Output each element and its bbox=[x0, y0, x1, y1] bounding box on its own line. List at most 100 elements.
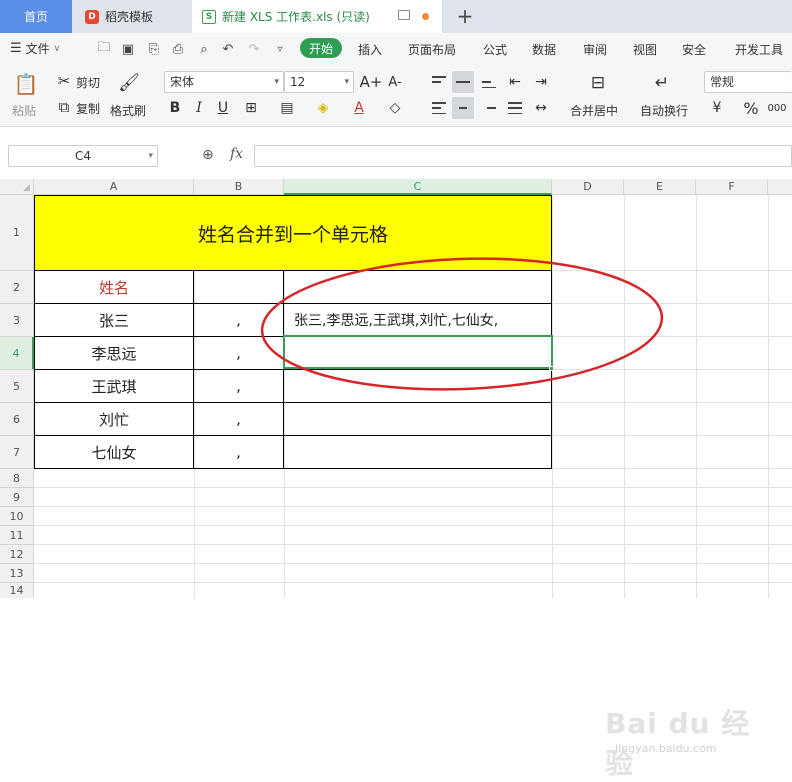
row-header-9[interactable]: 9 bbox=[0, 488, 34, 507]
clear-format-icon[interactable]: ◇ bbox=[384, 97, 406, 119]
menu-page-layout[interactable]: 页面布局 bbox=[408, 41, 456, 58]
name-box[interactable]: C4 ▾ bbox=[8, 145, 158, 167]
undo-icon[interactable]: ↶ bbox=[220, 41, 236, 57]
row-header-12[interactable]: 12 bbox=[0, 545, 34, 564]
column-header-e[interactable]: E bbox=[624, 179, 696, 195]
table-cell[interactable] bbox=[284, 403, 552, 436]
select-all-corner[interactable] bbox=[0, 179, 34, 195]
print-preview-icon[interactable]: ⌕ bbox=[196, 41, 212, 57]
underline-button[interactable]: U bbox=[212, 97, 234, 119]
copy-label[interactable]: 复制 bbox=[76, 100, 100, 117]
name-cell[interactable]: 王武琪 bbox=[34, 370, 194, 403]
number-format-dropdown[interactable]: 常规 bbox=[704, 71, 792, 93]
font-size-dropdown[interactable]: 12 ▾ bbox=[284, 71, 354, 93]
justify-icon[interactable] bbox=[504, 97, 526, 119]
fill-handle[interactable] bbox=[549, 366, 554, 371]
column-header-b[interactable]: B bbox=[194, 179, 284, 195]
tab-template[interactable]: D 稻壳模板 bbox=[73, 0, 191, 33]
font-name-dropdown[interactable]: 宋体 ▾ bbox=[164, 71, 284, 93]
row-header-10[interactable]: 10 bbox=[0, 507, 34, 526]
row-header-8[interactable]: 8 bbox=[0, 469, 34, 488]
menu-data[interactable]: 数据 bbox=[532, 41, 556, 58]
tab-home[interactable]: 首页 bbox=[0, 0, 72, 33]
menu-review[interactable]: 审阅 bbox=[583, 41, 607, 58]
row-header-13[interactable]: 13 bbox=[0, 564, 34, 583]
new-tab-button[interactable]: + bbox=[455, 4, 475, 28]
row-header-2[interactable]: 2 bbox=[0, 271, 34, 304]
menu-developer[interactable]: 开发工具 bbox=[735, 41, 783, 58]
wrap-text-icon[interactable]: ↵ bbox=[650, 71, 674, 95]
name-cell[interactable]: 李思远 bbox=[34, 337, 194, 370]
active-cell-selection[interactable] bbox=[283, 335, 553, 369]
column-header-g[interactable] bbox=[768, 179, 792, 195]
menu-security[interactable]: 安全 bbox=[682, 41, 706, 58]
increase-indent-icon[interactable]: ⇥ bbox=[530, 71, 552, 93]
merge-center-icon[interactable]: ⊟ bbox=[586, 71, 610, 95]
scissors-icon[interactable]: ✂ bbox=[56, 72, 72, 90]
export-icon[interactable]: ⎘ bbox=[146, 41, 162, 57]
menu-start[interactable]: 开始 bbox=[300, 38, 342, 58]
paste-label[interactable]: 粘贴 bbox=[12, 102, 36, 119]
redo-icon[interactable]: ↷ bbox=[246, 41, 262, 57]
align-middle-icon[interactable] bbox=[452, 71, 474, 93]
menu-insert[interactable]: 插入 bbox=[358, 41, 382, 58]
copy-icon[interactable]: ⧉ bbox=[56, 98, 72, 116]
bold-button[interactable]: B bbox=[164, 97, 186, 119]
font-color-icon[interactable]: A bbox=[348, 97, 370, 119]
currency-icon[interactable]: ¥ bbox=[706, 97, 728, 119]
open-folder-icon[interactable]: 🗀 bbox=[96, 40, 112, 57]
separator-cell[interactable]: , bbox=[194, 304, 284, 337]
align-top-icon[interactable] bbox=[428, 71, 450, 93]
row-header-1[interactable]: 1 bbox=[0, 195, 34, 271]
separator-cell[interactable]: , bbox=[194, 403, 284, 436]
row-header-3[interactable]: 3 bbox=[0, 304, 34, 337]
table-cell[interactable] bbox=[284, 436, 552, 469]
wrap-text-label[interactable]: 自动换行 bbox=[640, 102, 688, 119]
format-painter-label[interactable]: 格式刷 bbox=[110, 102, 146, 119]
thousands-icon[interactable]: 000 bbox=[766, 97, 788, 119]
column-header-c[interactable]: C bbox=[284, 179, 552, 195]
zoom-search-icon[interactable]: ⊕ bbox=[202, 147, 214, 163]
grow-font-button[interactable]: A+ bbox=[360, 71, 383, 93]
shrink-font-button[interactable]: A- bbox=[384, 71, 406, 93]
menu-formula[interactable]: 公式 bbox=[483, 41, 507, 58]
save-icon[interactable]: ▣ bbox=[120, 41, 136, 57]
menu-view[interactable]: 视图 bbox=[633, 41, 657, 58]
row-header-14[interactable]: 14 bbox=[0, 583, 34, 598]
align-right-icon[interactable] bbox=[478, 97, 500, 119]
align-left-icon[interactable] bbox=[428, 97, 450, 119]
name-cell[interactable]: 刘忙 bbox=[34, 403, 194, 436]
name-cell[interactable]: 七仙女 bbox=[34, 436, 194, 469]
paste-icon[interactable]: 📋 bbox=[14, 71, 39, 97]
align-center-icon[interactable] bbox=[452, 97, 474, 119]
cell-style-icon[interactable]: ▤ bbox=[276, 97, 298, 119]
merge-center-label[interactable]: 合并居中 bbox=[570, 102, 618, 119]
table-cell[interactable] bbox=[284, 271, 552, 304]
row-header-6[interactable]: 6 bbox=[0, 403, 34, 436]
print-icon[interactable]: ⎙ bbox=[170, 41, 186, 57]
header-name-cell[interactable]: 姓名 bbox=[34, 271, 194, 304]
column-header-f[interactable]: F bbox=[696, 179, 768, 195]
row-header-7[interactable]: 7 bbox=[0, 436, 34, 469]
separator-cell[interactable]: , bbox=[194, 337, 284, 370]
table-cell[interactable] bbox=[284, 370, 552, 403]
italic-button[interactable]: I bbox=[188, 97, 210, 119]
decrease-indent-icon[interactable]: ⇤ bbox=[504, 71, 526, 93]
merged-result-cell[interactable]: 张三,李思远,王武琪,刘忙,七仙女, bbox=[284, 304, 552, 337]
column-header-a[interactable]: A bbox=[34, 179, 194, 195]
title-cell[interactable]: 姓名合并到一个单元格 bbox=[34, 195, 552, 271]
row-header-11[interactable]: 11 bbox=[0, 526, 34, 545]
row-header-5[interactable]: 5 bbox=[0, 370, 34, 403]
formula-input[interactable] bbox=[254, 145, 792, 167]
separator-cell[interactable]: , bbox=[194, 370, 284, 403]
column-header-d[interactable]: D bbox=[552, 179, 624, 195]
fx-button[interactable]: fx bbox=[230, 146, 243, 162]
screen-icon[interactable] bbox=[398, 10, 410, 20]
separator-cell[interactable]: , bbox=[194, 436, 284, 469]
align-bottom-icon[interactable] bbox=[478, 71, 500, 93]
format-painter-icon[interactable]: 🖌 bbox=[118, 71, 140, 95]
fill-color-icon[interactable]: ◈ bbox=[312, 97, 334, 119]
distributed-icon[interactable]: ↔ bbox=[530, 97, 552, 119]
table-cell[interactable] bbox=[194, 271, 284, 304]
percent-button[interactable]: % bbox=[740, 97, 762, 119]
